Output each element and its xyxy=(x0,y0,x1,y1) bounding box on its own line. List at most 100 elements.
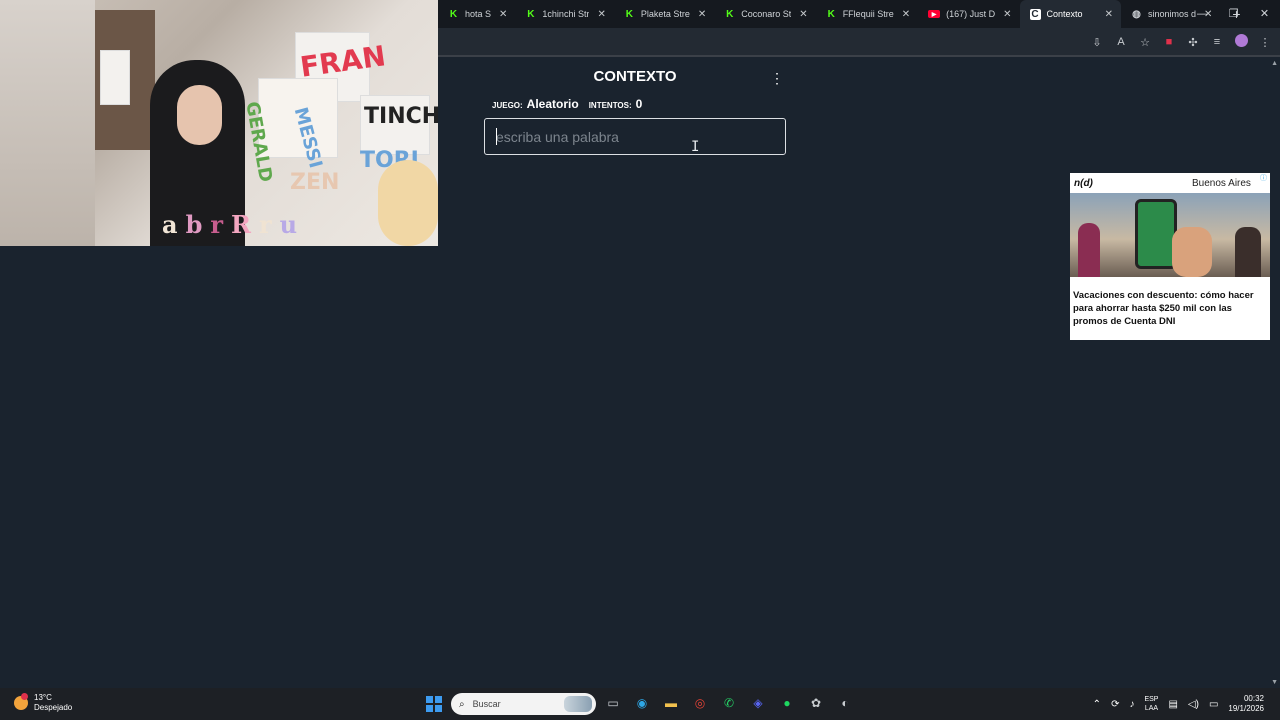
spotify-icon[interactable]: ● xyxy=(778,694,796,712)
taskbar: 13°C Despejado ⌕ Buscar ▭ ◉ ▬ ◎ ✆ ◈ ● ✿ … xyxy=(0,688,1280,720)
close-tab-icon[interactable]: ✕ xyxy=(499,9,507,20)
tab-label: FFlequii Stre xyxy=(842,9,894,19)
overlay-letters: a b r R r u xyxy=(160,210,299,239)
overlay-letter: a xyxy=(162,210,178,239)
media-controls-icon[interactable]: ≡ xyxy=(1210,36,1224,48)
ad-photo xyxy=(1070,193,1270,277)
weather-widget[interactable]: 13°C Despejado xyxy=(14,693,72,713)
word-input[interactable] xyxy=(484,118,786,155)
ad-city: Buenos Aires xyxy=(1192,178,1251,189)
tab-youtube[interactable]: ▶ (167) Just D ✕ xyxy=(918,0,1019,28)
close-tab-icon[interactable]: ✕ xyxy=(1003,9,1011,20)
handwritten-name: ZEN xyxy=(290,170,340,195)
close-tab-icon[interactable]: ✕ xyxy=(902,9,910,20)
system-tray: ⌃ ⟳ ♪ ESP LAA ▤ ◁) ▭ 00:32 19/1/2026 xyxy=(1093,688,1264,720)
start-button[interactable] xyxy=(426,696,442,712)
bookmark-star-icon[interactable]: ☆ xyxy=(1138,36,1152,49)
chevron-up-icon[interactable]: ⌃ xyxy=(1093,699,1101,710)
taskbar-search[interactable]: ⌕ Buscar xyxy=(451,693,596,715)
tab-fflequii[interactable]: K FFlequii Stre ✕ xyxy=(816,0,918,28)
overlay-letter: R xyxy=(231,210,251,239)
tab-label: (167) Just D xyxy=(946,9,996,19)
microphone-icon[interactable]: ♪ xyxy=(1129,699,1134,710)
adchoices-icon[interactable]: ⓘ xyxy=(1259,174,1268,183)
scroll-up-icon[interactable]: ▲ xyxy=(1271,60,1278,67)
time: 00:32 xyxy=(1243,694,1264,703)
webcam-paper xyxy=(100,50,130,105)
file-explorer-icon[interactable]: ▬ xyxy=(662,694,680,712)
overlay-letter: r xyxy=(258,210,272,239)
search-highlight-image xyxy=(564,696,592,712)
extensions-puzzle-icon[interactable]: ✣ xyxy=(1186,36,1200,49)
tab-label: Plaketa Stre xyxy=(640,9,690,19)
sync-icon[interactable]: ⟳ xyxy=(1111,699,1119,710)
globe-icon: ◍ xyxy=(1132,8,1141,20)
tab-coconaro[interactable]: K Coconaro St ✕ xyxy=(714,0,815,28)
overlay-letter: b xyxy=(185,210,203,239)
tab-label: hota S xyxy=(465,9,492,19)
kebab-menu-icon[interactable]: ⋮ xyxy=(1258,36,1272,49)
close-tab-icon[interactable]: ✕ xyxy=(1105,9,1113,20)
language-indicator[interactable]: ESP LAA xyxy=(1144,695,1158,713)
close-tab-icon[interactable]: ✕ xyxy=(799,9,807,20)
tab-1chinchi[interactable]: K 1chinchi Str ✕ xyxy=(515,0,613,28)
close-tab-icon[interactable]: ✕ xyxy=(597,9,605,20)
weather-desc: Despejado xyxy=(34,703,73,712)
minimize-icon[interactable]: — xyxy=(1187,0,1218,28)
tab-contexto[interactable]: C Contexto ✕ xyxy=(1019,0,1121,28)
ad-photo-person xyxy=(1235,227,1261,277)
edge-icon[interactable]: ◉ xyxy=(633,694,651,712)
page-title: CONTEXTO xyxy=(593,68,677,85)
kick-icon: K xyxy=(527,8,535,20)
date: 19/1/2026 xyxy=(1228,704,1264,713)
battery-icon[interactable]: ▭ xyxy=(1209,699,1218,710)
search-placeholder: Buscar xyxy=(472,699,501,709)
tab-plaketa[interactable]: K Plaketa Stre ✕ xyxy=(614,0,714,28)
ad-headline[interactable]: Vacaciones con descuento: cómo hacer par… xyxy=(1073,289,1267,328)
contexto-icon: C xyxy=(1029,8,1041,20)
discord-icon[interactable]: ◈ xyxy=(749,694,767,712)
tab-label: Contexto xyxy=(1046,9,1083,19)
weather-text: 13°C Despejado xyxy=(34,693,72,713)
tab-list: K hota S ✕ K 1chinchi Str ✕ K Plaketa St… xyxy=(438,0,1241,28)
kick-icon: K xyxy=(827,8,835,20)
obs-icon[interactable]: ◐ xyxy=(836,694,854,712)
game-menu-icon[interactable]: ⋮ xyxy=(770,70,784,86)
chrome-icon[interactable]: ◎ xyxy=(691,694,709,712)
handwritten-name: TINCHO xyxy=(364,104,438,129)
close-window-icon[interactable]: ✕ xyxy=(1249,0,1280,28)
task-view-icon[interactable]: ▭ xyxy=(604,694,622,712)
clock[interactable]: 00:32 19/1/2026 xyxy=(1228,694,1264,714)
youtube-icon: ▶ xyxy=(928,10,941,18)
tab-hota[interactable]: K hota S ✕ xyxy=(438,0,515,28)
close-tab-icon[interactable]: ✕ xyxy=(698,9,706,20)
game-label: juego: xyxy=(492,101,523,110)
tab-label: Coconaro St xyxy=(741,9,792,19)
restore-icon[interactable]: ❐ xyxy=(1218,0,1249,28)
taskbar-apps: ▭ ◉ ▬ ◎ ✆ ◈ ● ✿ ◐ xyxy=(604,694,854,712)
whatsapp-icon[interactable]: ✆ xyxy=(720,694,738,712)
attempts-value: 0 xyxy=(635,97,643,111)
network-icon[interactable]: ▤ xyxy=(1168,699,1177,710)
lang-bottom: LAA xyxy=(1144,705,1159,712)
advertisement[interactable]: n(d) Buenos Aires ⓘ Vacaciones con descu… xyxy=(1070,173,1270,340)
scroll-down-icon[interactable]: ▼ xyxy=(1271,679,1278,686)
overlay-letter: u xyxy=(279,210,298,239)
volume-icon[interactable]: ◁) xyxy=(1188,699,1199,710)
weather-icon xyxy=(14,693,28,710)
translate-icon[interactable]: A xyxy=(1114,36,1128,48)
window-controls: — ❐ ✕ xyxy=(1187,0,1280,28)
install-app-icon[interactable]: ⇩ xyxy=(1090,36,1104,49)
tab-label: 1chinchi Str xyxy=(542,9,590,19)
ad-brand: n(d) xyxy=(1074,178,1093,189)
attempts-label: intentos: xyxy=(588,101,632,110)
text-caret xyxy=(496,128,497,145)
extension-icon[interactable]: ■ xyxy=(1162,36,1176,48)
ad-photo-hand xyxy=(1172,227,1212,277)
webcam-door xyxy=(0,0,95,246)
app-icon[interactable]: ✿ xyxy=(807,694,825,712)
profile-avatar[interactable] xyxy=(1234,34,1248,50)
kick-icon: K xyxy=(625,8,633,20)
webcam-overlay: FRAN GERALD MESSI TINCHO TORI ZEN a b r … xyxy=(0,0,438,246)
ad-photo-person xyxy=(1078,223,1100,277)
